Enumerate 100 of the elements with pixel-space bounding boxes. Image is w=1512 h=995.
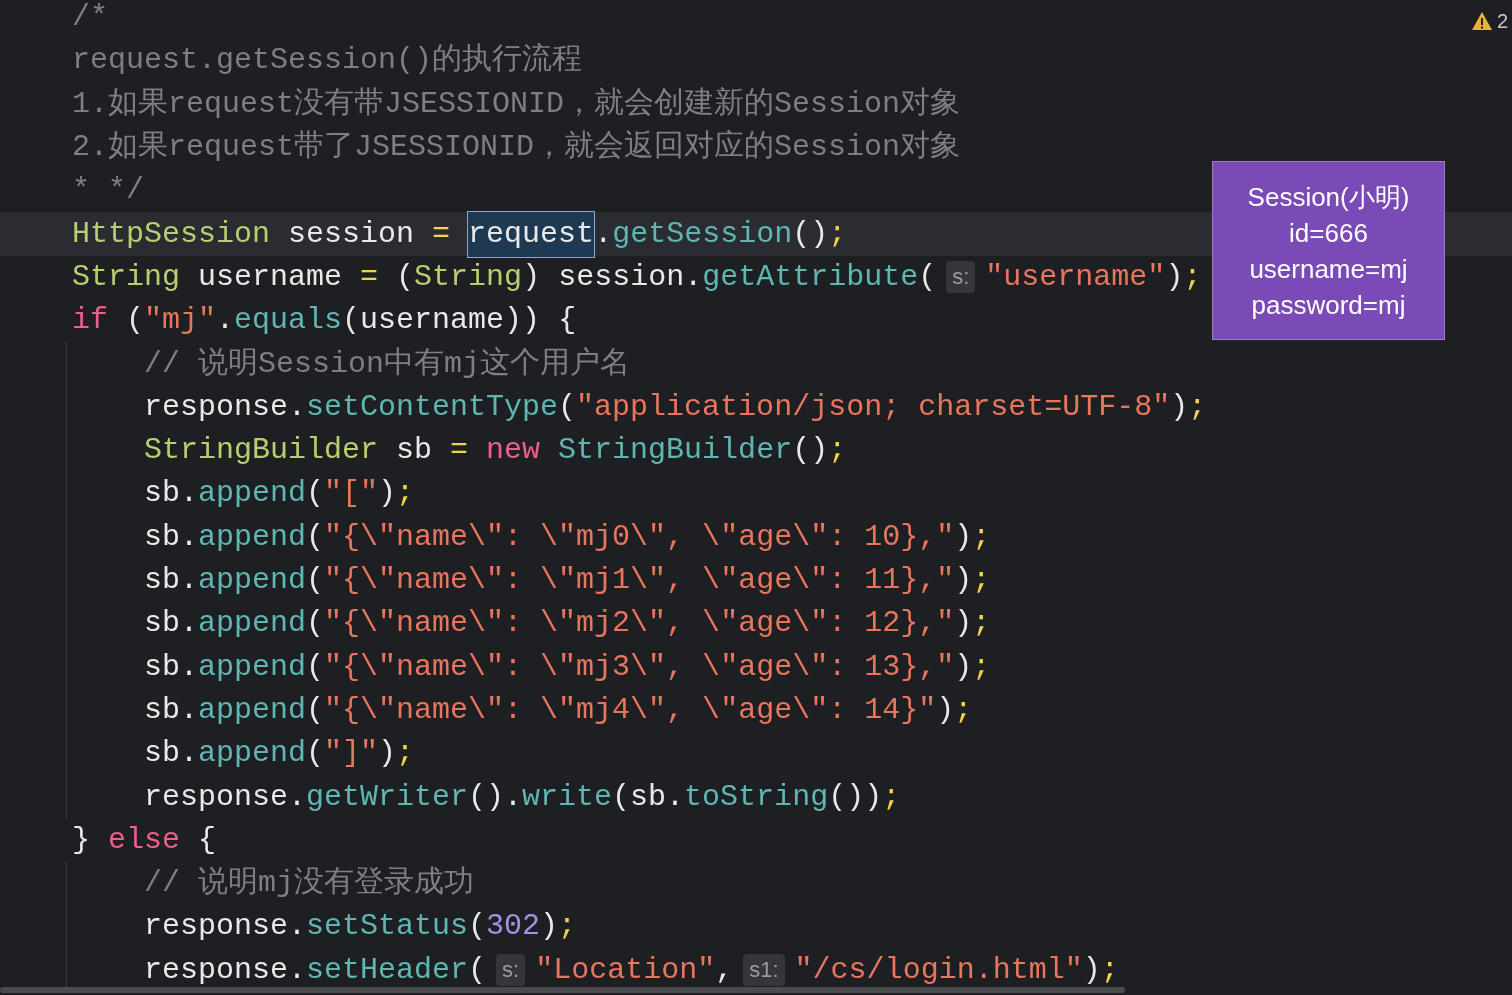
code-token: String [414,258,523,296]
code-token: ; [396,735,415,773]
code-token: "{\"name\": \"mj0\", \"age\": 10}," [324,518,955,556]
code-token: "Location" [535,951,716,989]
code-token: else [108,821,181,859]
code-token: "application/json; charset=UTF-8" [576,388,1171,426]
code-token: ) [540,908,559,946]
code-comment: // 说明Session中有mj这个用户名 [144,345,631,383]
code-token: "{\"name\": \"mj4\", \"age\": 14}" [324,691,937,729]
code-token: StringBuilder [144,432,379,470]
code-token: ) [954,518,973,556]
code-token: , [715,951,734,989]
code-comment: // 说明mj没有登录成功 [144,865,474,903]
code-token: = [432,215,452,253]
warning-count: 2 [1496,9,1508,34]
code-token: = [450,432,470,470]
callout-text: password=mj [1251,288,1406,322]
code-token: ( [306,605,325,643]
code-token: append [198,735,307,773]
code-token: ( [395,258,415,296]
code-token: sb. [144,475,198,513]
code-token: append [198,691,307,729]
code-token: ; [828,215,847,253]
code-token: sb. [144,562,198,599]
code-token: ) [378,735,397,773]
code-token: (). [468,778,523,816]
code-token: "{\"name\": \"mj1\", \"age\": 11}," [324,562,955,599]
code-comment: 1.如果request没有带JSESSIONID，就会创建新的Session对象 [72,85,961,123]
code-token: ()) [828,778,883,816]
code-token: write [522,778,613,816]
code-token: getWriter [306,778,469,816]
code-token: () [792,432,829,470]
code-token: ) [954,605,973,643]
code-token: ; [1183,258,1202,296]
code-token: ( [306,562,325,599]
code-token: sb. [144,518,198,556]
code-token: ) [1082,951,1101,989]
code-token: ( [558,388,577,426]
code-token: equals [234,302,343,340]
code-token: append [198,518,307,556]
code-token: ( [306,648,325,686]
code-token: = [360,258,379,296]
code-token: append [198,648,307,686]
code-token: ( [306,735,325,773]
code-token: setHeader [306,951,469,989]
code-token: session [287,215,416,253]
code-token: ; [882,778,901,816]
code-token: ( [125,302,145,340]
code-token: append [198,605,307,643]
code-token: . [594,215,613,253]
code-token: username [197,258,344,296]
code-token: sb. [144,605,198,643]
code-token: getSession [612,215,793,253]
code-token: append [198,475,307,513]
code-token: new [486,432,542,470]
code-comment: * */ [72,172,144,210]
code-token: 302 [486,908,541,946]
callout-text: Session(小明) [1247,180,1410,214]
code-token: ) [1165,258,1184,296]
code-token: { [197,821,217,859]
code-token: ( [306,691,325,729]
code-token: ( [468,951,487,989]
code-token: "username" [985,258,1166,296]
code-token: ( [306,475,325,513]
code-token: (sb. [612,778,685,816]
code-token: (username)) { [342,302,577,340]
code-token: "/cs/login.html" [794,951,1083,989]
code-token: ; [828,432,847,470]
code-token: ( [306,518,325,556]
code-token: ) session. [522,258,703,296]
callout-text: username=mj [1249,252,1408,286]
code-token: response. [144,778,307,816]
code-token: "{\"name\": \"mj2\", \"age\": 12}," [324,605,955,643]
code-token: if [72,302,108,340]
code-token: sb. [144,691,198,729]
code-token: ( [918,258,937,296]
code-token: response. [144,388,307,426]
code-token: ; [972,562,991,599]
code-token: ; [972,605,991,643]
horizontal-scrollbar[interactable] [0,987,1125,993]
code-token: "]" [324,735,379,773]
code-token: setStatus [306,908,469,946]
code-token: ; [1100,951,1119,989]
code-comment: 2.如果request带了JSESSIONID，就会返回对应的Session对象 [72,128,961,167]
code-token: StringBuilder [558,432,793,470]
warning-icon[interactable] [1470,11,1493,31]
code-token: () [792,215,829,253]
code-token: "[" [324,475,379,513]
selected-code: request [468,211,595,257]
code-token: ; [1188,388,1207,426]
code-token: ) [954,562,973,599]
code-token: append [198,562,307,599]
parameter-hint: s: [496,954,526,987]
code-token: response. [144,908,307,946]
parameter-hint: s: [946,261,976,294]
code-token: ) [936,691,955,729]
code-token: "{\"name\": \"mj3\", \"age\": 13}," [324,648,955,686]
code-comment: /* [72,0,108,37]
code-token: sb. [144,648,198,686]
callout-text: id=666 [1289,216,1368,250]
